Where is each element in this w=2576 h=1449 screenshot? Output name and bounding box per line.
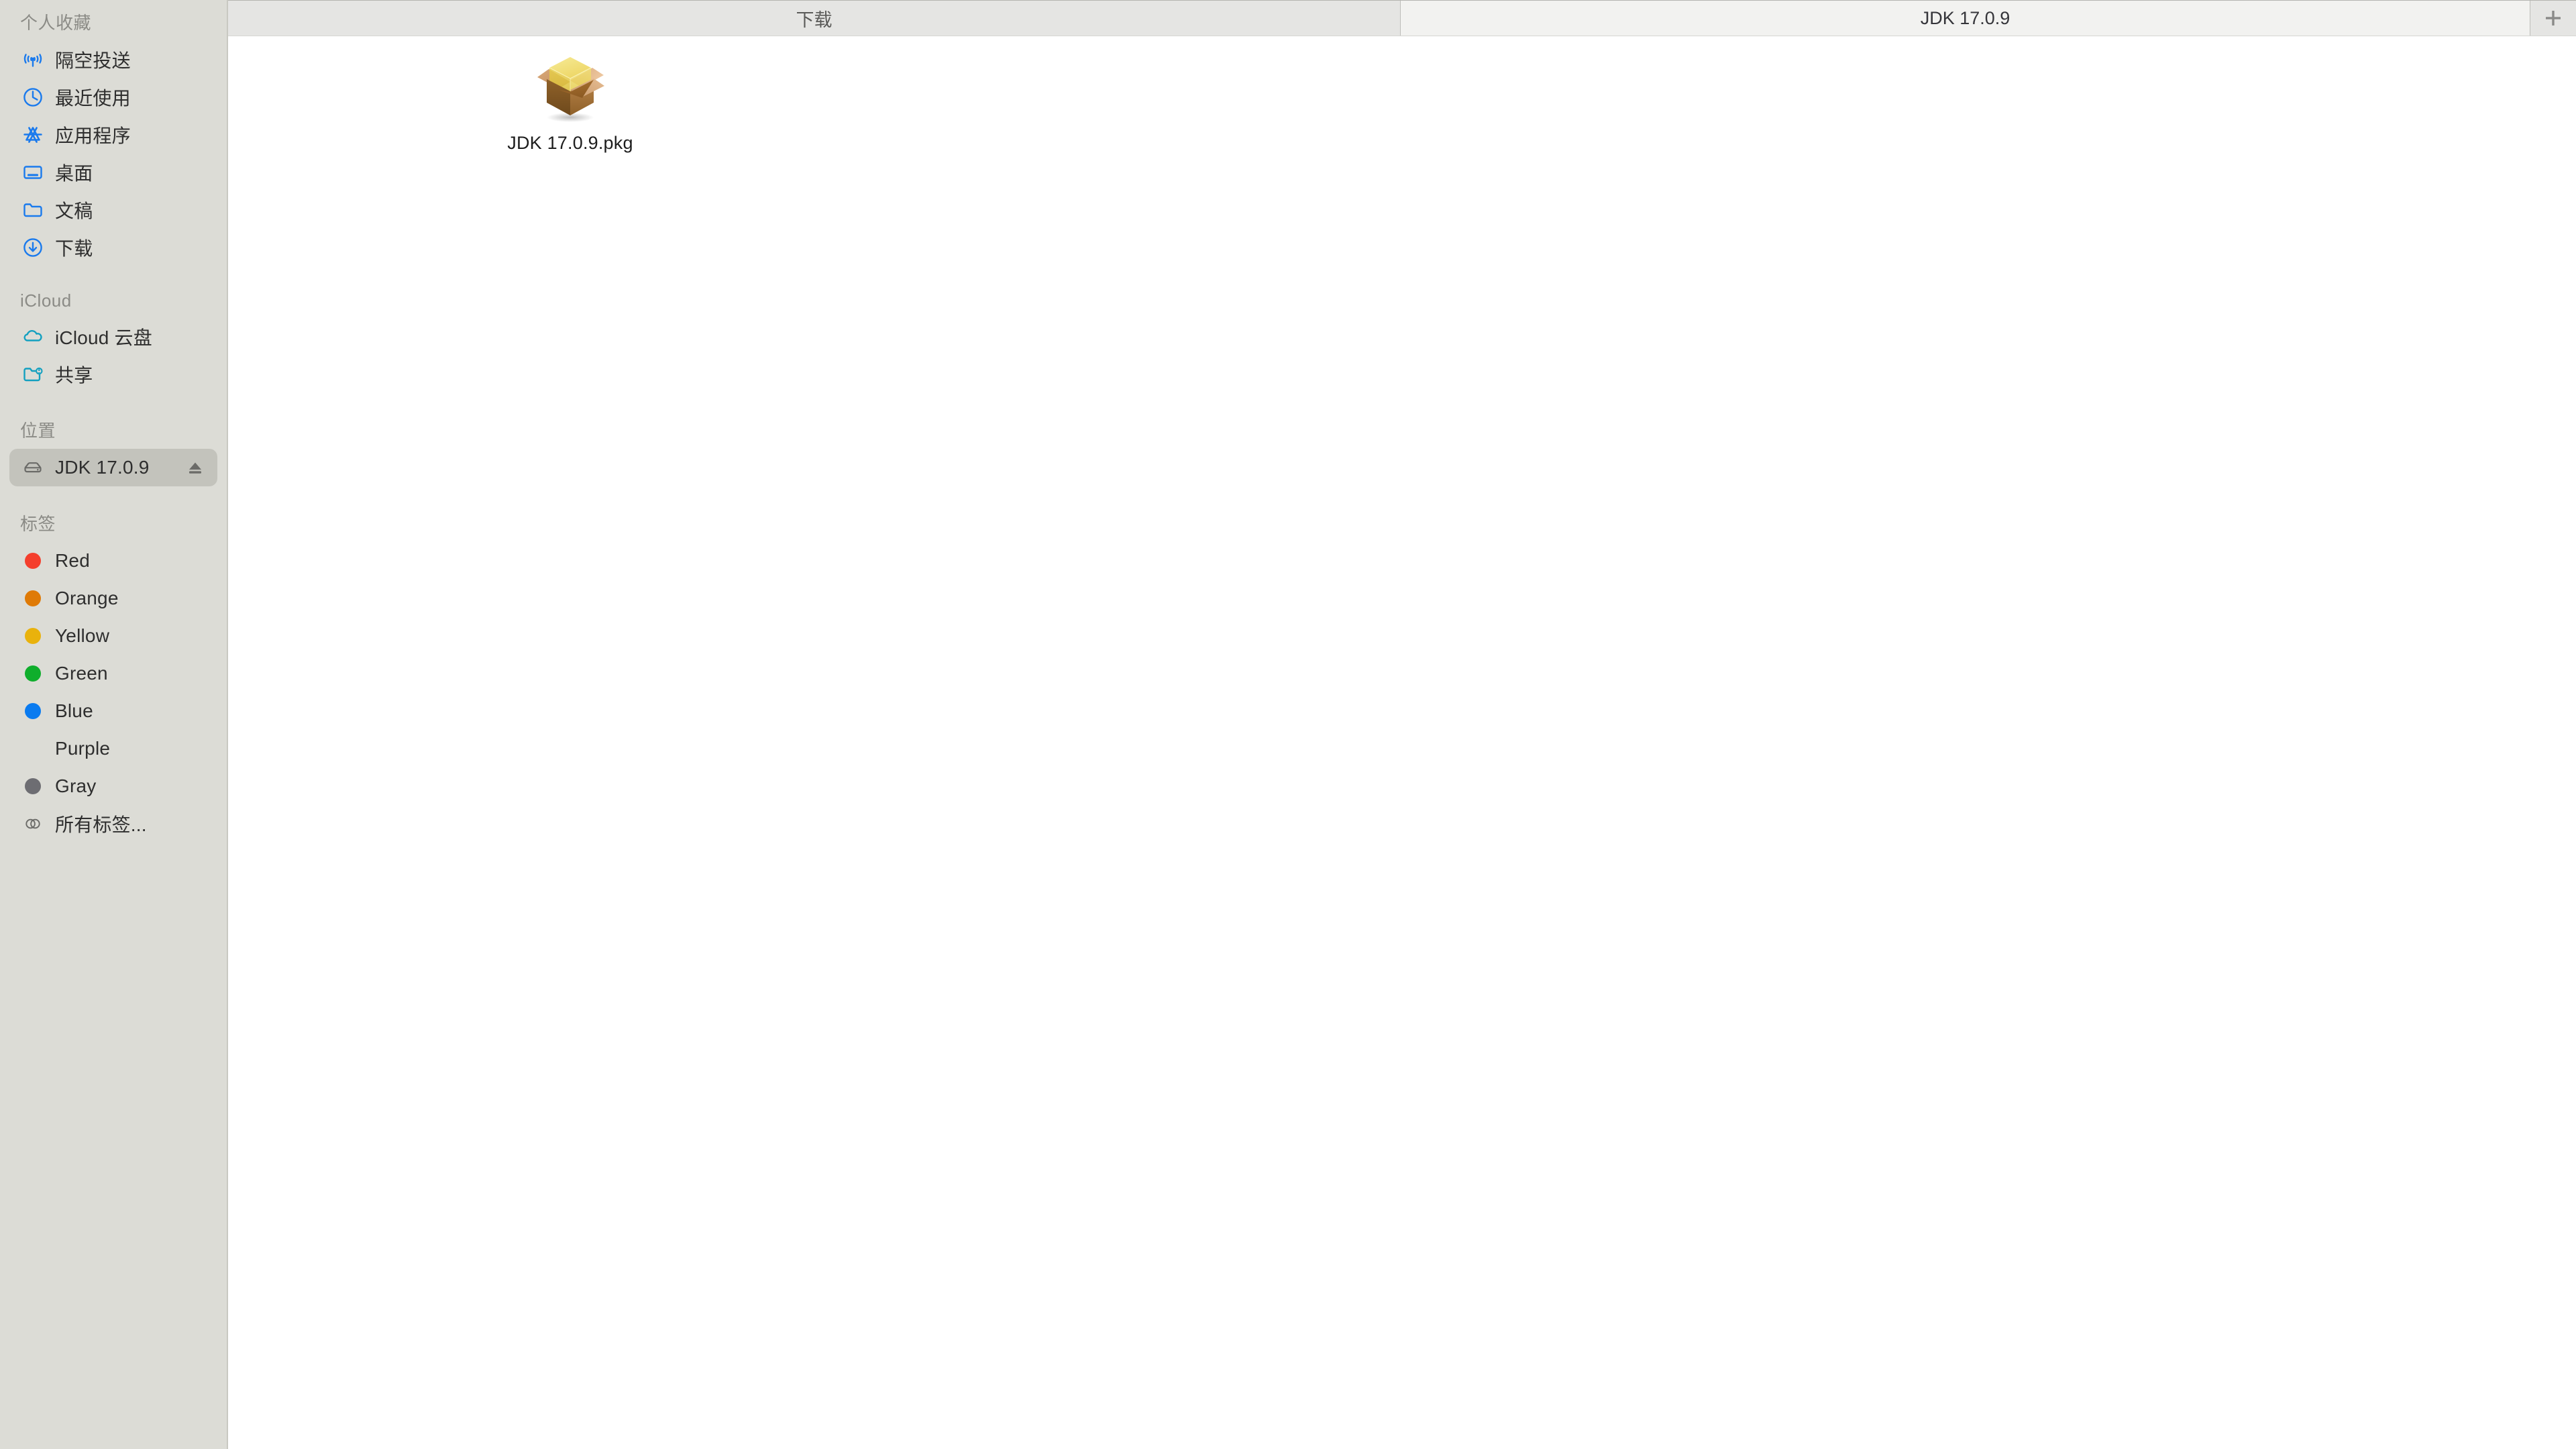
sidebar-item-shared[interactable]: 共享 <box>9 356 217 393</box>
sidebar-item-label: 所有标签... <box>55 814 147 835</box>
tab-label: JDK 17.0.9 <box>1920 7 2010 28</box>
clock-icon <box>17 82 48 113</box>
sidebar-item-label: Orange <box>55 588 119 608</box>
tag-dot-red-icon <box>17 545 48 576</box>
tab-label: 下载 <box>796 9 833 30</box>
sidebar-item-recents[interactable]: 最近使用 <box>9 78 217 116</box>
installer-package-icon <box>527 50 614 125</box>
sidebar-section-header-favorites: 个人收藏 <box>20 13 92 33</box>
sidebar-item-label: 最近使用 <box>55 88 131 109</box>
tab-bar: 下载 JDK 17.0.9 <box>228 0 2576 36</box>
desktop-icon <box>17 157 48 188</box>
new-tab-button[interactable] <box>2530 1 2576 36</box>
sidebar-item-jdk-volume[interactable]: JDK 17.0.9 <box>9 449 217 486</box>
sidebar-item-tag-red[interactable]: Red <box>9 542 217 580</box>
sidebar-item-tag-green[interactable]: Green <box>9 655 217 692</box>
sidebar-item-label: 隔空投送 <box>55 50 131 71</box>
sidebar-item-downloads[interactable]: 下载 <box>9 229 217 266</box>
sidebar-item-tag-orange[interactable]: Orange <box>9 580 217 617</box>
eject-icon[interactable] <box>184 456 207 479</box>
sidebar-item-label: 应用程序 <box>55 125 131 146</box>
sidebar-item-tag-blue[interactable]: Blue <box>9 692 217 730</box>
tag-dot-green-icon <box>17 658 48 689</box>
sidebar-section-header-icloud: iCloud <box>20 290 72 311</box>
plus-icon <box>2542 7 2565 30</box>
sidebar-section-header-tags: 标签 <box>20 514 56 534</box>
all-tags-icon <box>17 808 48 839</box>
folder-icon <box>17 195 48 225</box>
sidebar-item-label: 下载 <box>55 238 93 259</box>
sidebar-item-label: Purple <box>55 738 111 759</box>
sidebar-item-label: JDK 17.0.9 <box>55 457 150 478</box>
tag-dot-orange-icon <box>17 583 48 614</box>
sidebar-item-label: 共享 <box>55 365 93 386</box>
sidebar-item-label: 桌面 <box>55 163 93 184</box>
main-pane: 下载 JDK 17.0.9 JDK 17.0.9.pkg <box>228 0 2576 1449</box>
applications-icon <box>17 119 48 150</box>
sidebar-item-label: Blue <box>55 700 93 721</box>
sidebar-item-desktop[interactable]: 桌面 <box>9 154 217 191</box>
tab-downloads[interactable]: 下载 <box>228 1 1401 36</box>
file-label: JDK 17.0.9.pkg <box>507 133 633 153</box>
airdrop-icon <box>17 44 48 75</box>
tag-dot-purple-icon <box>17 733 48 764</box>
sidebar-item-icloud-drive[interactable]: iCloud 云盘 <box>9 318 217 356</box>
tag-dot-blue-icon <box>17 696 48 727</box>
sidebar-item-label: Red <box>55 550 90 571</box>
sidebar-item-label: Yellow <box>55 625 110 646</box>
file-browser-content[interactable]: JDK 17.0.9.pkg <box>228 36 2576 1449</box>
sidebar-item-tag-purple[interactable]: Purple <box>9 730 217 767</box>
download-icon <box>17 232 48 263</box>
sidebar-item-label: iCloud 云盘 <box>55 327 152 348</box>
sidebar-item-tag-gray[interactable]: Gray <box>9 767 217 805</box>
list-item[interactable]: JDK 17.0.9.pkg <box>496 50 644 154</box>
tab-jdk-17-0-9[interactable]: JDK 17.0.9 <box>1401 1 2530 36</box>
external-drive-icon <box>17 452 48 483</box>
finder-sidebar: 个人收藏 隔空投送 最近使用 应用程序 桌面 文稿 下载 iCloud iClo… <box>0 0 228 1449</box>
sidebar-section-header-locations: 位置 <box>20 421 56 441</box>
finder-window: 个人收藏 隔空投送 最近使用 应用程序 桌面 文稿 下载 iCloud iClo… <box>0 0 2576 1449</box>
sidebar-item-applications[interactable]: 应用程序 <box>9 116 217 154</box>
sidebar-item-documents[interactable]: 文稿 <box>9 191 217 229</box>
sidebar-item-label: Green <box>55 663 108 684</box>
sidebar-item-label: Gray <box>55 775 97 796</box>
sidebar-item-all-tags[interactable]: 所有标签... <box>9 805 217 843</box>
sidebar-item-airdrop[interactable]: 隔空投送 <box>9 41 217 78</box>
tag-dot-yellow-icon <box>17 621 48 651</box>
shared-folder-icon <box>17 359 48 390</box>
tag-dot-gray-icon <box>17 771 48 802</box>
cloud-icon <box>17 321 48 352</box>
sidebar-item-label: 文稿 <box>55 201 93 221</box>
sidebar-item-tag-yellow[interactable]: Yellow <box>9 617 217 655</box>
